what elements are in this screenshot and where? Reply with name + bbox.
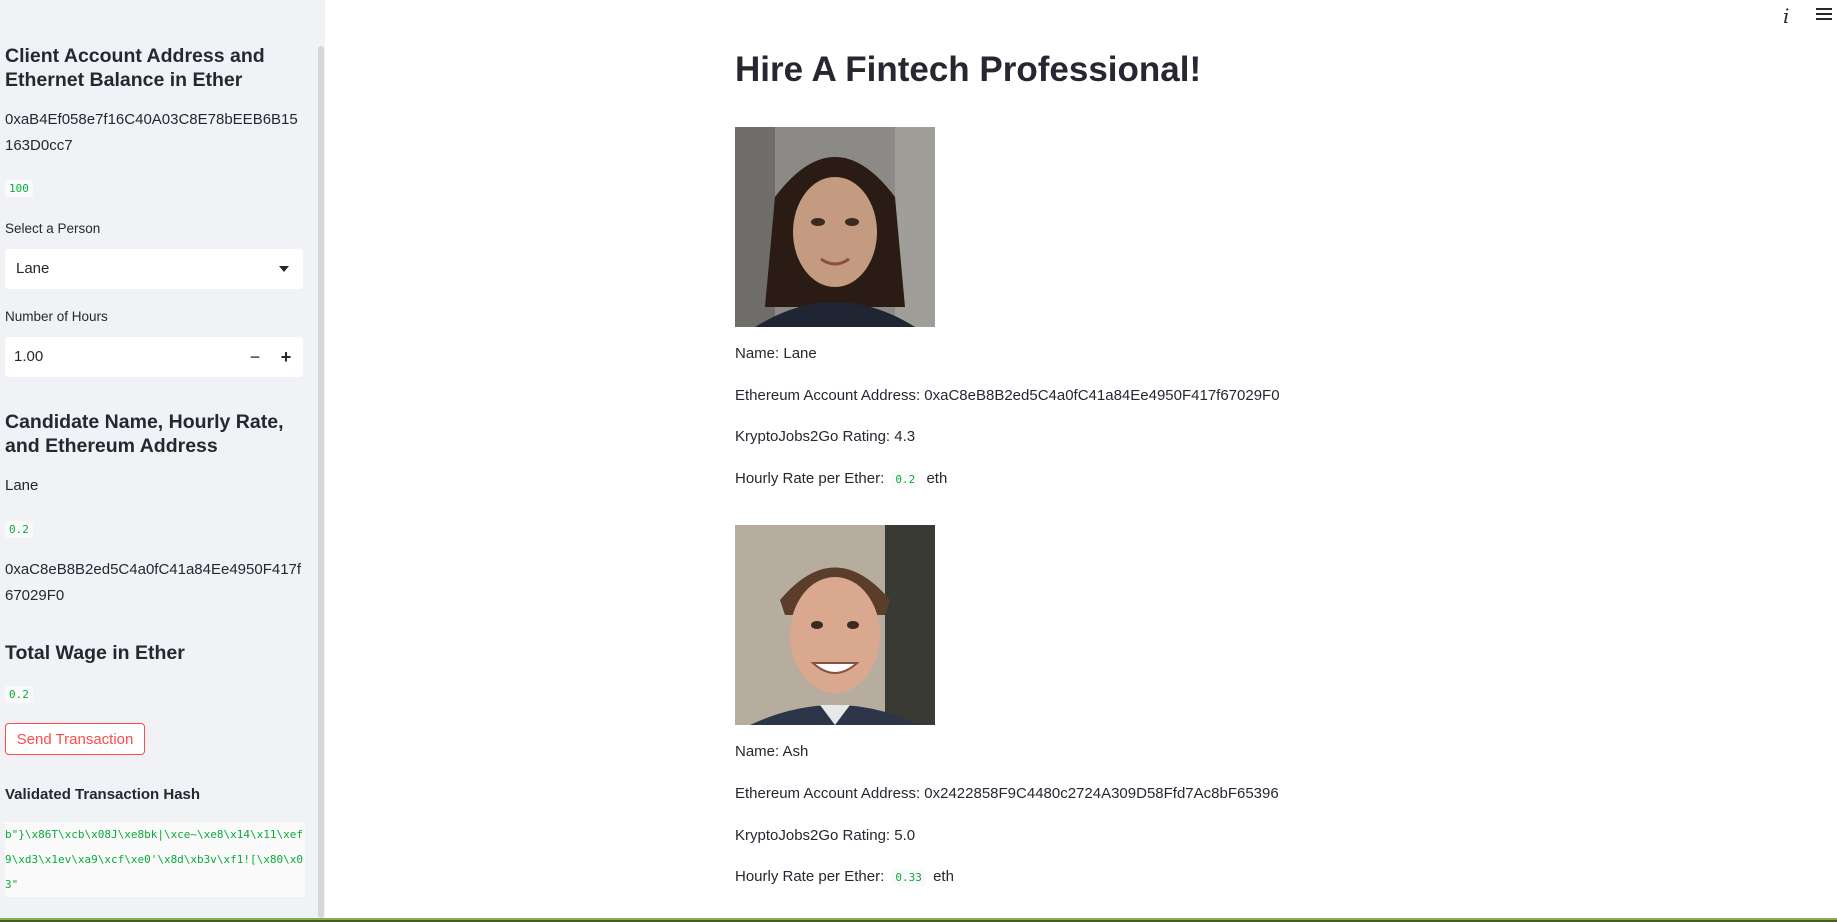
candidate-rate-lane: Hourly Rate per Ether: 0.2 eth: [735, 470, 948, 488]
hours-label: Number of Hours: [5, 309, 108, 324]
send-transaction-button[interactable]: Send Transaction: [5, 723, 145, 755]
candidate-rate-badge: 0.2: [5, 521, 33, 538]
rate-unit: eth: [933, 868, 954, 885]
candidate-name-ash: Name: Ash: [735, 743, 809, 760]
rate-value: 0.2: [891, 471, 920, 488]
hash-heading: Validated Transaction Hash: [5, 786, 201, 803]
candidate-address-lane: Ethereum Account Address: 0xaC8eB8B2ed5C…: [735, 387, 1280, 404]
bottom-status-bar: [0, 918, 1837, 922]
hamburger-menu-icon[interactable]: [1816, 8, 1832, 23]
minus-icon[interactable]: −: [240, 343, 270, 371]
transaction-hash: b"}\x86T\xcb\x08J\xe8bk|\xce~\xe8\x14\x1…: [5, 822, 305, 897]
candidate-heading: Candidate Name, Hourly Rate, and Ethereu…: [5, 411, 284, 457]
candidate-photo-lane: [735, 127, 935, 327]
account-address: 0xaB4Ef058e7f16C40A03C8E78bEEB6B15163D0c…: [5, 111, 298, 154]
candidate-address-ash: Ethereum Account Address: 0x2422858F9C44…: [735, 785, 1279, 802]
candidate-rating-ash: KryptoJobs2Go Rating: 5.0: [735, 827, 916, 844]
chevron-down-icon: [279, 266, 289, 272]
wage-heading: Total Wage in Ether: [5, 642, 185, 664]
hours-stepper[interactable]: 1.00 − +: [5, 337, 303, 377]
rate-value: 0.33: [891, 869, 926, 886]
sidebar-scrollbar[interactable]: [318, 46, 324, 918]
select-person-label: Select a Person: [5, 221, 101, 236]
candidate-name-lane: Name: Lane: [735, 345, 817, 362]
person-select-value: Lane: [16, 260, 50, 277]
rate-label: Hourly Rate per Ether:: [735, 868, 885, 885]
person-select[interactable]: Lane: [5, 249, 303, 289]
candidate-rating-lane: KryptoJobs2Go Rating: 4.3: [735, 428, 916, 445]
sidebar: Client Account Address and Ethernet Bala…: [0, 0, 325, 918]
candidate-name: Lane: [5, 477, 39, 494]
rate-label: Hourly Rate per Ether:: [735, 470, 885, 487]
rate-unit: eth: [926, 470, 948, 487]
info-icon[interactable]: i: [1783, 4, 1789, 28]
account-heading: Client Account Address and Ethernet Bala…: [5, 45, 265, 91]
wage-badge: 0.2: [5, 686, 33, 703]
plus-icon[interactable]: +: [271, 343, 301, 371]
balance-badge: 100: [5, 180, 33, 197]
page-title: Hire A Fintech Professional!: [735, 50, 1202, 89]
candidate-rate-ash: Hourly Rate per Ether: 0.33 eth: [735, 868, 954, 886]
hours-input[interactable]: 1.00: [14, 348, 43, 365]
candidate-photo-ash: [735, 525, 935, 725]
candidate-address: 0xaC8eB8B2ed5C4a0fC41a84Ee4950F417f67029…: [5, 561, 302, 604]
